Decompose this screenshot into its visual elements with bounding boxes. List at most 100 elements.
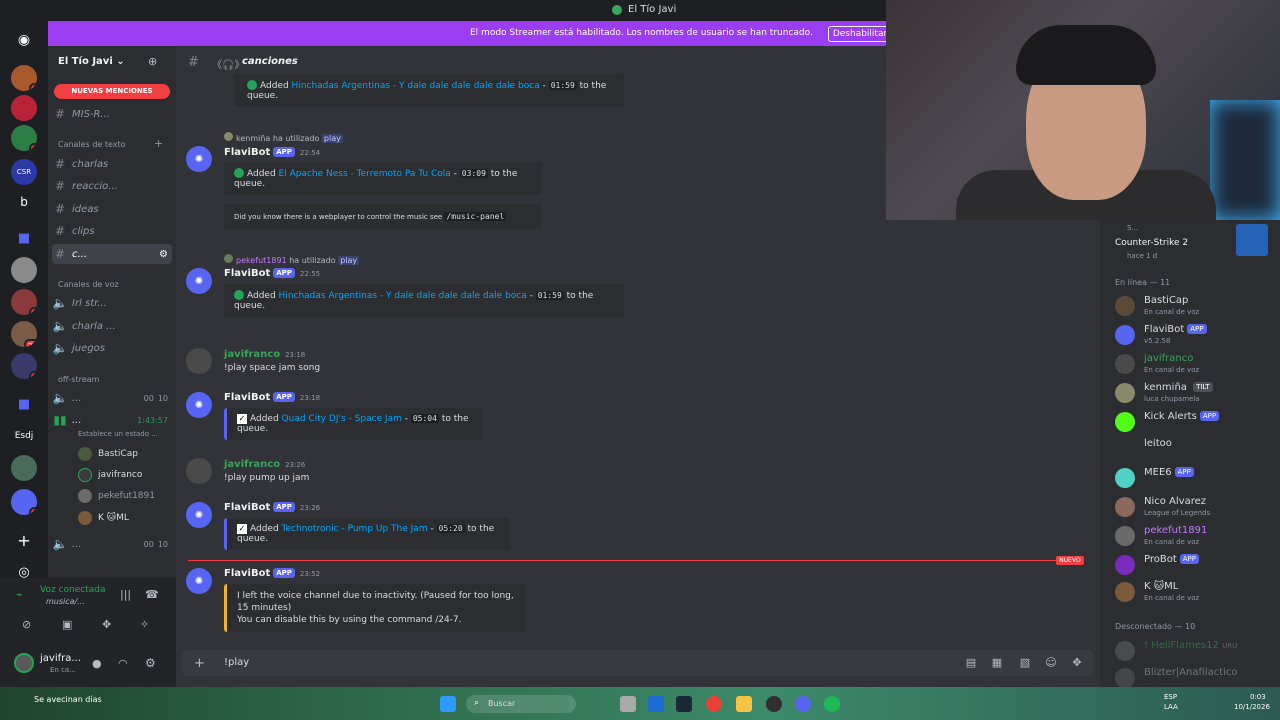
server-icon[interactable]: 3 bbox=[11, 289, 37, 315]
message-author[interactable]: FlaviBot APP 23:18 bbox=[224, 392, 320, 403]
voice-channel[interactable]: 🔈 juegos bbox=[52, 338, 172, 358]
headphones-icon[interactable]: ◠ bbox=[118, 657, 128, 670]
app-icon[interactable] bbox=[648, 696, 664, 712]
obs-icon[interactable] bbox=[766, 696, 782, 712]
discord-home-icon[interactable]: ◉ bbox=[11, 27, 37, 53]
server-icon[interactable]: b bbox=[11, 189, 37, 215]
server-icon[interactable] bbox=[11, 455, 37, 481]
app-icon[interactable] bbox=[620, 696, 636, 712]
voice-user[interactable]: K 🐱ML bbox=[78, 511, 129, 525]
camera-off-icon[interactable]: ⊘ bbox=[22, 618, 31, 631]
voice-channel-active[interactable]: ▮▮... 1:43:57 bbox=[52, 410, 172, 430]
category-voice[interactable]: Canales de voz bbox=[58, 280, 119, 289]
invite-icon[interactable]: ⊕ bbox=[148, 55, 157, 68]
add-server-icon[interactable]: + bbox=[11, 527, 37, 553]
gift-icon[interactable]: ▤ bbox=[964, 656, 978, 670]
activity-card[interactable]: S... Counter-Strike 2 hace 1 d bbox=[1115, 224, 1275, 260]
channel-item[interactable]: # ideas bbox=[52, 199, 172, 219]
bot-avatar[interactable]: ✺ bbox=[186, 568, 212, 594]
discord-icon[interactable] bbox=[795, 696, 811, 712]
voice-channel[interactable]: 🔈 charla ... bbox=[52, 316, 172, 336]
channel-item[interactable]: # reaccio... bbox=[52, 176, 172, 196]
user-avatar[interactable] bbox=[186, 348, 212, 374]
song-link[interactable]: Hinchadas Argentinas - Y dale dale dale … bbox=[279, 291, 527, 301]
add-channel-icon[interactable]: + bbox=[154, 137, 163, 150]
settings-gear-icon[interactable]: ⚙ bbox=[145, 656, 156, 670]
song-link[interactable]: Technotronic - Pump Up The Jam bbox=[282, 524, 428, 534]
member-item[interactable]: K 🐱ML En canal de voz bbox=[1115, 579, 1275, 605]
activities-icon[interactable]: ✥ bbox=[102, 618, 111, 631]
channel-item[interactable]: # clips bbox=[52, 221, 172, 241]
start-icon[interactable] bbox=[440, 696, 456, 712]
voice-user[interactable]: javifranco bbox=[78, 468, 142, 482]
bot-avatar[interactable]: ✺ bbox=[186, 392, 212, 418]
message-author[interactable]: FlaviBot APP 22:54 bbox=[224, 147, 320, 158]
server-icon[interactable]: Esdj bbox=[11, 423, 37, 449]
spotify-icon[interactable] bbox=[824, 696, 840, 712]
message-author[interactable]: javifranco 23:26 bbox=[224, 459, 305, 470]
sticker-icon[interactable]: ▧ bbox=[1018, 656, 1032, 670]
member-item[interactable]: MEE6 APP bbox=[1115, 465, 1275, 491]
member-item-offline[interactable]: ! HellFlames12 URU bbox=[1115, 638, 1275, 664]
channel-item-selected[interactable]: # c... ⚙ bbox=[52, 244, 172, 264]
voice-channel[interactable]: 🔈 Irl str... bbox=[52, 293, 172, 313]
message-author[interactable]: FlaviBot APP 23:26 bbox=[224, 502, 320, 513]
message-author[interactable]: FlaviBot APP 23:52 bbox=[224, 568, 320, 579]
server-icon[interactable]: 27 bbox=[11, 321, 37, 347]
voice-connected-label[interactable]: Voz conectada bbox=[40, 585, 105, 595]
member-item[interactable]: kenmiña TILT luca chupamela bbox=[1115, 380, 1275, 406]
chrome-icon[interactable] bbox=[706, 696, 722, 712]
server-icon-active[interactable]: 1 bbox=[11, 125, 37, 151]
server-icon[interactable]: 2 bbox=[11, 65, 37, 91]
song-link[interactable]: Hinchadas Argentinas - Y dale dale dale … bbox=[292, 81, 540, 91]
message-author[interactable]: FlaviBot APP 22:55 bbox=[224, 268, 320, 279]
voice-user[interactable]: pekefut1891 bbox=[78, 489, 155, 503]
gear-icon[interactable]: ⚙ bbox=[159, 249, 172, 260]
voice-channel-name[interactable]: musica/... bbox=[46, 597, 85, 606]
member-item[interactable]: javifranco En canal de voz bbox=[1115, 351, 1275, 377]
server-icon[interactable] bbox=[11, 95, 37, 121]
member-item[interactable]: FlaviBot APP v5.2.58 bbox=[1115, 322, 1275, 348]
member-item[interactable]: Kick Alerts APP bbox=[1115, 409, 1275, 435]
folder-icon[interactable]: ■ bbox=[11, 225, 37, 251]
bot-avatar[interactable]: ✺ bbox=[186, 146, 212, 172]
steam-icon[interactable] bbox=[676, 696, 692, 712]
member-item[interactable]: leitoo bbox=[1115, 436, 1275, 462]
clock-time[interactable]: 0:03 bbox=[1250, 693, 1266, 701]
voice-channel[interactable]: 🔈... 00 10 bbox=[52, 388, 172, 408]
folder-icon[interactable]: ■ bbox=[11, 391, 37, 417]
server-icon[interactable]: CSR bbox=[11, 159, 37, 185]
weather-widget[interactable]: Se avecinan días bbox=[34, 695, 102, 704]
voice-channel[interactable]: 🔈... 00 10 bbox=[52, 534, 172, 554]
mic-icon[interactable]: ● bbox=[92, 657, 102, 670]
channel-item[interactable]: # MIS-R... bbox=[52, 104, 172, 124]
server-icon[interactable]: 2 bbox=[11, 353, 37, 379]
member-item[interactable]: ProBot APP bbox=[1115, 552, 1275, 578]
new-mentions-pill[interactable]: NUEVAS MENCIONES bbox=[54, 84, 170, 99]
status-text[interactable]: Establece un estado ... bbox=[78, 430, 158, 438]
song-link[interactable]: Quad City DJ's - Space Jam bbox=[282, 414, 402, 424]
song-link[interactable]: El Apache Ness - Terremoto Pa Tu Cola bbox=[279, 169, 451, 179]
screenshare-icon[interactable]: ▣ bbox=[62, 618, 72, 631]
user-avatar[interactable] bbox=[186, 458, 212, 484]
bot-avatar[interactable]: ✺ bbox=[186, 502, 212, 528]
voice-user[interactable]: BastiCap bbox=[78, 447, 138, 461]
category-offstream[interactable]: off-stream bbox=[58, 375, 99, 384]
message-input[interactable]: !play bbox=[224, 657, 249, 668]
disconnect-icon[interactable]: ☎ bbox=[145, 588, 159, 601]
search-box[interactable]: ⌕ Buscar bbox=[466, 695, 576, 713]
noise-icon[interactable]: ||| bbox=[120, 588, 131, 601]
category-text[interactable]: Canales de texto bbox=[58, 140, 126, 149]
bot-avatar[interactable]: ✺ bbox=[186, 268, 212, 294]
channel-item[interactable]: # charlas bbox=[52, 154, 172, 174]
server-icon[interactable] bbox=[11, 257, 37, 283]
gif-icon[interactable]: ▦ bbox=[990, 656, 1004, 670]
server-name[interactable]: El Tío Javi ⌄ bbox=[58, 56, 125, 67]
soundboard-icon[interactable]: ✧ bbox=[140, 618, 149, 631]
user-name[interactable]: javifra... bbox=[40, 653, 81, 664]
member-item[interactable]: pekefut1891 En canal de voz bbox=[1115, 523, 1275, 549]
emoji-icon[interactable]: ☺ bbox=[1044, 656, 1058, 670]
avatar[interactable] bbox=[14, 653, 34, 673]
disable-button[interactable]: Deshabilitar bbox=[828, 26, 892, 42]
plus-icon[interactable]: + bbox=[194, 656, 205, 671]
